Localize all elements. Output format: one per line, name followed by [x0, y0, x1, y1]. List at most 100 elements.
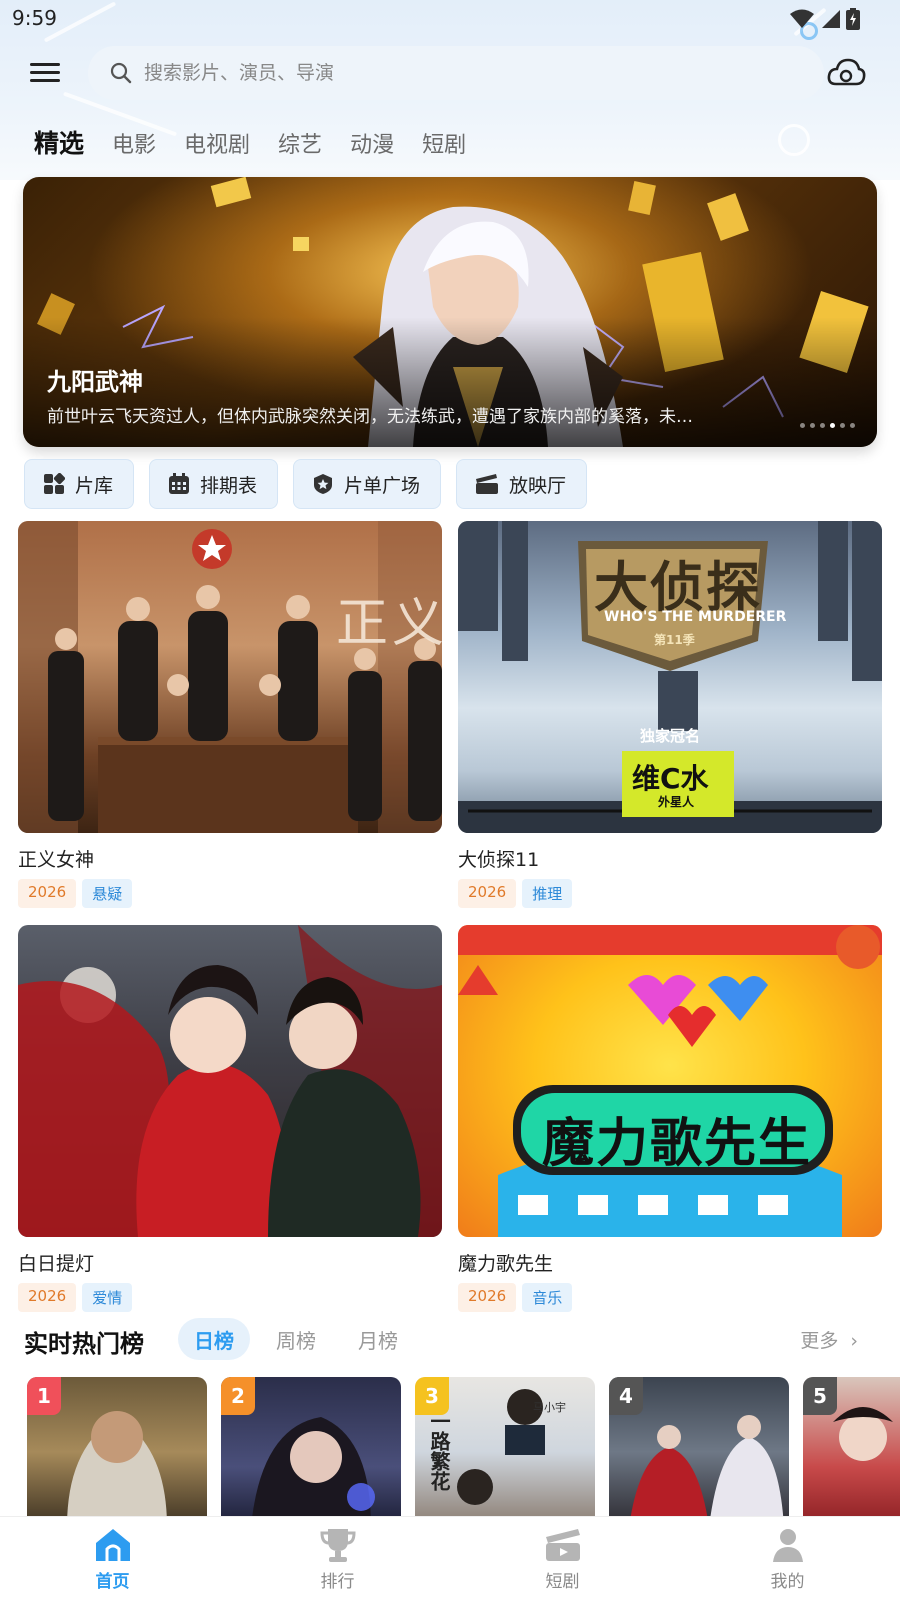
nav-profile[interactable]: 我的 [675, 1517, 900, 1600]
playlist-square-label: 片单广场 [344, 474, 421, 497]
rank-number: 3 [415, 1377, 449, 1415]
tab-anime[interactable]: 动漫 [350, 127, 394, 159]
year-tag: 2026 [458, 1283, 517, 1312]
cloud-sync-button[interactable] [826, 56, 866, 90]
quick-entry-bar: 片库 排期表 片单广场 放映厅 [24, 459, 588, 509]
section-title: 实时热门榜 [24, 1330, 144, 1358]
poster-sponsor-label: 独家冠名 [640, 727, 701, 745]
hero-banner[interactable]: 九阳武神 前世叶云飞天资过人，但体内武脉突然关闭，无法练武，遭遇了家族内部的奚落… [23, 177, 877, 447]
chevron-right-icon: › [850, 1330, 858, 1352]
pagination-dot[interactable] [820, 423, 825, 428]
pagination-dot[interactable] [850, 423, 855, 428]
music-show-artwork [458, 925, 882, 1237]
user-profile-icon [772, 1529, 803, 1562]
year-tag: 2026 [18, 1283, 77, 1312]
signal-icon [822, 10, 840, 28]
banner-overlay [23, 317, 877, 447]
pagination-dot[interactable] [800, 423, 805, 428]
genre-tag: 爱情 [82, 1283, 133, 1312]
status-bar: 9:59 [0, 0, 900, 36]
tab-tv-series[interactable]: 电视剧 [184, 127, 250, 159]
tab-variety[interactable]: 综艺 [278, 127, 322, 159]
genre-tag: 推理 [522, 879, 573, 908]
nav-label: 首页 [95, 1572, 130, 1592]
menu-button[interactable] [30, 60, 60, 86]
ranking-item[interactable]: 4 [609, 1377, 789, 1517]
ranking-item[interactable]: 一路繁花 马小宇 3 [415, 1377, 595, 1517]
trophy-icon [319, 1529, 356, 1562]
tab-movies[interactable]: 电影 [112, 127, 156, 159]
cloud-sync-icon [827, 58, 866, 86]
banner-pagination [800, 423, 855, 428]
tab-featured[interactable]: 精选 [34, 124, 84, 160]
nav-short-drama[interactable]: 短剧 [450, 1517, 675, 1600]
category-tabs: 精选 电影 电视剧 综艺 动漫 短剧 [34, 124, 466, 160]
poster-sponsor: 维C水 [632, 762, 709, 795]
pagination-dot-active[interactable] [830, 423, 835, 428]
card-tags: 2026 音乐 [458, 1283, 882, 1312]
card-tags: 2026 爱情 [18, 1283, 442, 1312]
nav-ranking[interactable]: 排行 [225, 1517, 450, 1600]
media-card[interactable]: 正义女 正义女神 2026 悬疑 [18, 521, 442, 908]
banner-title: 九阳武神 [47, 368, 143, 396]
card-title: 大侦探11 [458, 849, 540, 871]
poster-season: 第11季 [654, 633, 695, 647]
library-label: 片库 [75, 474, 114, 497]
year-tag: 2026 [458, 879, 517, 908]
clapperboard-icon [545, 1529, 580, 1561]
playlist-square-button[interactable]: 片单广场 [293, 459, 442, 509]
rank-number: 4 [609, 1377, 643, 1415]
ranking-poster-caption: 一路繁花 [427, 1411, 451, 1491]
poster-subtitle: WHO'S THE MURDERER [604, 609, 787, 625]
search-icon [110, 62, 132, 84]
battery-icon [846, 8, 860, 30]
poster-image: 正义女 [18, 521, 442, 833]
tab-monthly[interactable]: 月榜 [342, 1318, 414, 1360]
status-time: 9:59 [12, 6, 57, 30]
ranking-poster-subtitle: 马小宇 [533, 1401, 566, 1414]
hot-ranking-header: 实时热门榜 日榜 周榜 月榜 更多 › [24, 1318, 876, 1362]
more-link[interactable]: 更多 › [800, 1326, 858, 1353]
more-label: 更多 [800, 1330, 839, 1352]
card-tags: 2026 悬疑 [18, 879, 442, 908]
hamburger-line [30, 71, 60, 74]
poster-image: 魔力歌先生 [458, 925, 882, 1237]
banner-description: 前世叶云飞天资过人，但体内武脉突然关闭，无法练武，遭遇了家族内部的奚落，未… [47, 407, 693, 427]
tab-weekly[interactable]: 周榜 [260, 1318, 332, 1360]
media-card[interactable]: 白日提灯 2026 爱情 [18, 925, 442, 1312]
nav-home[interactable]: 首页 [0, 1517, 225, 1600]
tab-daily[interactable]: 日榜 [178, 1318, 250, 1360]
schedule-button[interactable]: 排期表 [149, 459, 279, 509]
ranking-item[interactable]: 5 [803, 1377, 900, 1517]
wifi-icon [790, 9, 814, 28]
rank-number: 2 [221, 1377, 255, 1415]
ranking-tabs: 日榜 周榜 月榜 [178, 1318, 414, 1360]
status-icons [790, 8, 860, 30]
grid-library-icon [44, 473, 65, 494]
screening-hall-button[interactable]: 放映厅 [456, 459, 588, 509]
poster-sponsor-brand: 外星人 [658, 795, 695, 809]
poster-image [18, 925, 442, 1237]
clapperboard-icon [476, 474, 499, 494]
genre-tag: 音乐 [522, 1283, 573, 1312]
media-card[interactable]: 大侦探 WHO'S THE MURDERER 第11季 独家冠名 维C水 外星人… [458, 521, 882, 908]
schedule-label: 排期表 [200, 474, 258, 497]
media-card[interactable]: 魔力歌先生 魔力歌先生 2026 音乐 [458, 925, 882, 1312]
bottom-navigation: 首页 排行 短剧 我的 [0, 1516, 900, 1600]
poster-caption: 魔力歌先生 [542, 1114, 813, 1174]
pagination-dot[interactable] [840, 423, 845, 428]
card-tags: 2026 推理 [458, 879, 882, 908]
library-button[interactable]: 片库 [24, 459, 135, 509]
ranking-item[interactable]: 1 [27, 1377, 207, 1517]
search-bar[interactable] [88, 46, 824, 100]
poster-caption: 正义女 [336, 594, 442, 654]
search-input[interactable] [144, 62, 784, 84]
ranking-item[interactable]: 2 [221, 1377, 401, 1517]
romance-artwork [18, 925, 442, 1237]
tab-short-drama[interactable]: 短剧 [422, 127, 466, 159]
pagination-dot[interactable] [810, 423, 815, 428]
card-title: 正义女神 [18, 849, 95, 871]
shield-star-icon [314, 474, 333, 494]
rank-number: 1 [27, 1377, 61, 1415]
calendar-schedule-icon [169, 473, 190, 494]
